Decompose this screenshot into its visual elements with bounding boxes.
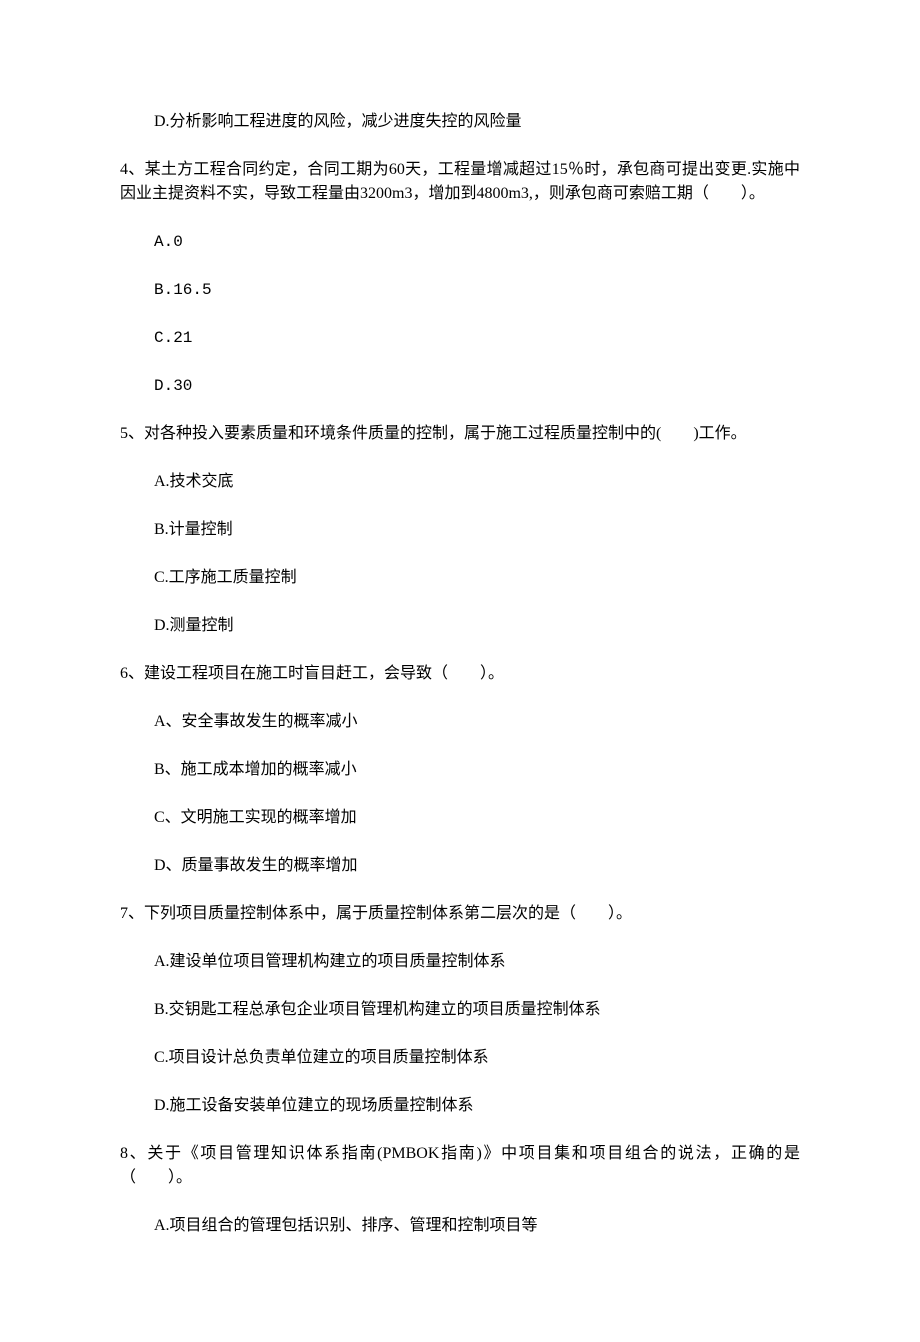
- question-7-option-b: B.交钥匙工程总承包企业项目管理机构建立的项目质量控制体系: [120, 998, 800, 1022]
- option-text: C.工序施工质量控制: [154, 569, 297, 586]
- question-text: 5、对各种投入要素质量和环境条件质量的控制，属于施工过程质量控制中的( )工作。: [120, 425, 747, 442]
- question-text: 8、关于《项目管理知识体系指南(PMBOK指南)》中项目集和项目组合的说法，正确…: [120, 1145, 800, 1186]
- question-6-stem: 6、建设工程项目在施工时盲目赶工，会导致（ ）。: [120, 662, 800, 686]
- question-4-stem: 4、某土方工程合同约定，合同工期为60天，工程量增减超过15％时，承包商可提出变…: [120, 158, 800, 206]
- question-6-option-d: D、质量事故发生的概率增加: [120, 854, 800, 878]
- question-5-option-d: D.测量控制: [120, 614, 800, 638]
- option-text: B.计量控制: [154, 521, 233, 538]
- option-text: B.交钥匙工程总承包企业项目管理机构建立的项目质量控制体系: [154, 1001, 601, 1018]
- question-7-stem: 7、下列项目质量控制体系中，属于质量控制体系第二层次的是（ ）。: [120, 902, 800, 926]
- question-5-option-b: B.计量控制: [120, 518, 800, 542]
- question-5-option-a: A.技术交底: [120, 470, 800, 494]
- option-text: D.分析影响工程进度的风险，减少进度失控的风险量: [154, 113, 522, 130]
- question-text: 7、下列项目质量控制体系中，属于质量控制体系第二层次的是（ ）。: [120, 905, 632, 922]
- option-text: D.施工设备安装单位建立的现场质量控制体系: [154, 1097, 474, 1114]
- question-6-option-b: B、施工成本增加的概率减小: [120, 758, 800, 782]
- option-text: D.测量控制: [154, 617, 234, 634]
- prev-question-option-d: D.分析影响工程进度的风险，减少进度失控的风险量: [120, 110, 800, 134]
- question-4-option-c: C.21: [120, 326, 800, 350]
- question-7-option-d: D.施工设备安装单位建立的现场质量控制体系: [120, 1094, 800, 1118]
- question-7-option-a: A.建设单位项目管理机构建立的项目质量控制体系: [120, 950, 800, 974]
- question-8-stem: 8、关于《项目管理知识体系指南(PMBOK指南)》中项目集和项目组合的说法，正确…: [120, 1142, 800, 1190]
- option-text: C.21: [154, 329, 192, 347]
- question-4-option-a: A.0: [120, 230, 800, 254]
- option-text: D.30: [154, 377, 192, 395]
- option-text: B.16.5: [154, 281, 212, 299]
- option-text: A、安全事故发生的概率减小: [154, 713, 358, 730]
- question-8-option-a: A.项目组合的管理包括识别、排序、管理和控制项目等: [120, 1214, 800, 1238]
- option-text: A.0: [154, 233, 183, 251]
- question-6-option-c: C、文明施工实现的概率增加: [120, 806, 800, 830]
- question-5-option-c: C.工序施工质量控制: [120, 566, 800, 590]
- question-text: 6、建设工程项目在施工时盲目赶工，会导致（ ）。: [120, 665, 504, 682]
- option-text: A.建设单位项目管理机构建立的项目质量控制体系: [154, 953, 506, 970]
- option-text: A.项目组合的管理包括识别、排序、管理和控制项目等: [154, 1217, 538, 1234]
- question-4-option-d: D.30: [120, 374, 800, 398]
- option-text: B、施工成本增加的概率减小: [154, 761, 357, 778]
- option-text: C、文明施工实现的概率增加: [154, 809, 357, 826]
- option-text: D、质量事故发生的概率增加: [154, 857, 358, 874]
- question-7-option-c: C.项目设计总负责单位建立的项目质量控制体系: [120, 1046, 800, 1070]
- question-5-stem: 5、对各种投入要素质量和环境条件质量的控制，属于施工过程质量控制中的( )工作。: [120, 422, 800, 446]
- question-4-option-b: B.16.5: [120, 278, 800, 302]
- question-6-option-a: A、安全事故发生的概率减小: [120, 710, 800, 734]
- question-text: 4、某土方工程合同约定，合同工期为60天，工程量增减超过15％时，承包商可提出变…: [120, 161, 800, 202]
- option-text: C.项目设计总负责单位建立的项目质量控制体系: [154, 1049, 489, 1066]
- option-text: A.技术交底: [154, 473, 234, 490]
